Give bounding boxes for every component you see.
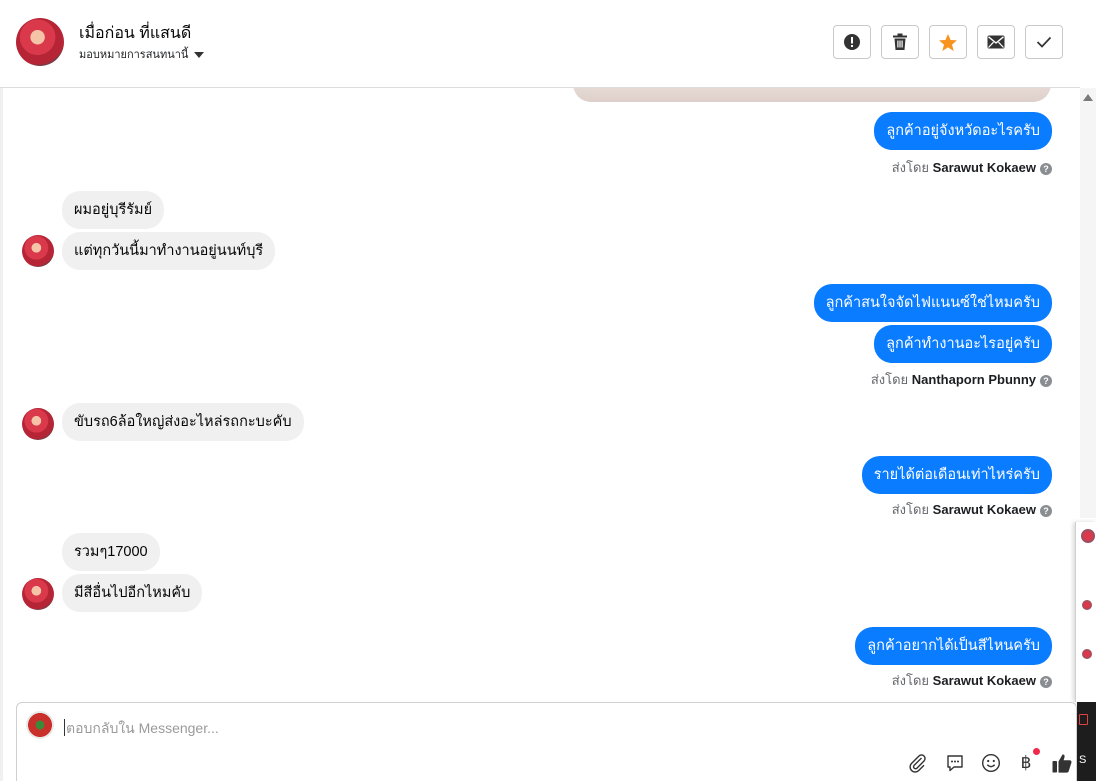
incoming-message[interactable]: ขับรถ6ล้อใหญ่ส่งอะไหล่รถกะบะคับ — [62, 403, 304, 441]
side-partial-text: S — [1079, 754, 1087, 766]
trash-icon — [893, 33, 907, 50]
outgoing-message[interactable]: ลูกค้าอยากได้เป็นสีไหนครับ — [855, 627, 1052, 665]
side-avatar[interactable] — [1082, 600, 1092, 610]
side-avatar[interactable] — [1082, 649, 1092, 659]
attach-file-button[interactable] — [906, 751, 930, 775]
outgoing-message[interactable]: ลูกค้าทำงานอะไรอยู่ครับ — [874, 325, 1052, 363]
chat-scrollbar[interactable] — [1080, 88, 1096, 518]
paperclip-icon — [909, 754, 926, 773]
delete-button[interactable] — [881, 25, 919, 59]
help-icon[interactable]: ? — [1040, 374, 1052, 387]
side-panel-dark-section: S — [1077, 702, 1096, 781]
like-button[interactable] — [1050, 751, 1074, 775]
contact-avatar-small[interactable] — [22, 578, 54, 610]
mark-done-button[interactable] — [1025, 25, 1063, 59]
reply-composer: ฿ — [16, 702, 1077, 781]
reply-input[interactable] — [64, 717, 768, 739]
message-thread[interactable]: ลูกค้าอยู่จังหวัดอะไรครับ ส่งโดย Sarawut… — [3, 88, 1080, 702]
report-spam-button[interactable] — [833, 25, 871, 59]
mark-unread-button[interactable] — [977, 25, 1015, 59]
help-icon[interactable]: ? — [1040, 162, 1052, 175]
help-icon[interactable]: ? — [1040, 675, 1052, 688]
caret-down-icon — [194, 52, 205, 59]
side-panel — [1075, 522, 1096, 702]
comment-icon — [947, 755, 963, 772]
notification-dot — [1033, 748, 1040, 755]
incoming-message[interactable]: แต่ทุกวันนี้มาทำงานอยู่นนท์บุรี — [62, 232, 276, 270]
assign-label: มอบหมายการสนทนานี้ — [79, 49, 189, 61]
sender-name: Sarawut Kokaew — [932, 673, 1036, 688]
scroll-up-arrow-icon[interactable] — [1083, 94, 1093, 101]
baht-icon: ฿ — [1020, 753, 1032, 773]
sender-name: Sarawut Kokaew — [932, 160, 1036, 175]
help-icon[interactable]: ? — [1040, 504, 1052, 517]
sent-by-label: ส่งโดย Sarawut Kokaew? — [892, 157, 1052, 178]
thumbs-up-icon — [1052, 754, 1072, 773]
sent-by-prefix: ส่งโดย — [891, 502, 930, 517]
incoming-message[interactable]: มีสีอื่นไปอีกไหมคับ — [62, 574, 203, 612]
emoji-button[interactable] — [979, 751, 1003, 775]
incoming-message[interactable]: รวมๆ17000 — [62, 533, 160, 571]
check-icon — [1036, 36, 1052, 48]
envelope-icon — [987, 35, 1005, 49]
outgoing-message[interactable]: รายได้ต่อเดือนเท่าไหร่ครับ — [861, 456, 1052, 494]
sender-name: Nanthaporn Pbunny — [911, 372, 1036, 387]
saved-replies-button[interactable] — [943, 751, 967, 775]
conversation-header: เมื่อก่อน ที่แสนดี มอบหมายการสนทนานี้ — [0, 0, 1080, 88]
contact-avatar-small[interactable] — [22, 408, 54, 440]
assign-conversation-dropdown[interactable]: มอบหมายการสนทนานี้ — [79, 45, 205, 63]
image-attachment[interactable] — [573, 88, 1051, 102]
sent-by-label: ส่งโดย Nanthaporn Pbunny? — [871, 369, 1052, 390]
contact-avatar[interactable] — [16, 18, 64, 66]
sent-by-prefix: ส่งโดย — [870, 372, 909, 387]
star-icon — [939, 33, 957, 51]
outgoing-message[interactable]: ลูกค้าสนใจจัดไฟแนนซ์ใช่ไหมครับ — [813, 284, 1052, 322]
sent-by-label: ส่งโดย Sarawut Kokaew? — [892, 670, 1052, 691]
sender-name: Sarawut Kokaew — [932, 502, 1036, 517]
sent-by-label: ส่งโดย Sarawut Kokaew? — [892, 499, 1052, 520]
exclamation-icon — [844, 34, 860, 50]
side-avatar[interactable] — [1081, 529, 1095, 543]
contact-avatar-small[interactable] — [22, 235, 54, 267]
contact-name[interactable]: เมื่อก่อน ที่แสนดี — [79, 21, 191, 46]
sent-by-prefix: ส่งโดย — [891, 673, 930, 688]
page-avatar — [26, 711, 54, 739]
incoming-message[interactable]: ผมอยู่บุรีรัมย์ — [62, 191, 165, 229]
outgoing-message[interactable]: ลูกค้าอยู่จังหวัดอะไรครับ — [874, 112, 1052, 150]
text-cursor — [64, 719, 65, 736]
smiley-icon — [981, 753, 1001, 773]
calendar-icon — [1079, 714, 1088, 725]
star-button[interactable] — [929, 25, 967, 59]
sent-by-prefix: ส่งโดย — [891, 160, 930, 175]
